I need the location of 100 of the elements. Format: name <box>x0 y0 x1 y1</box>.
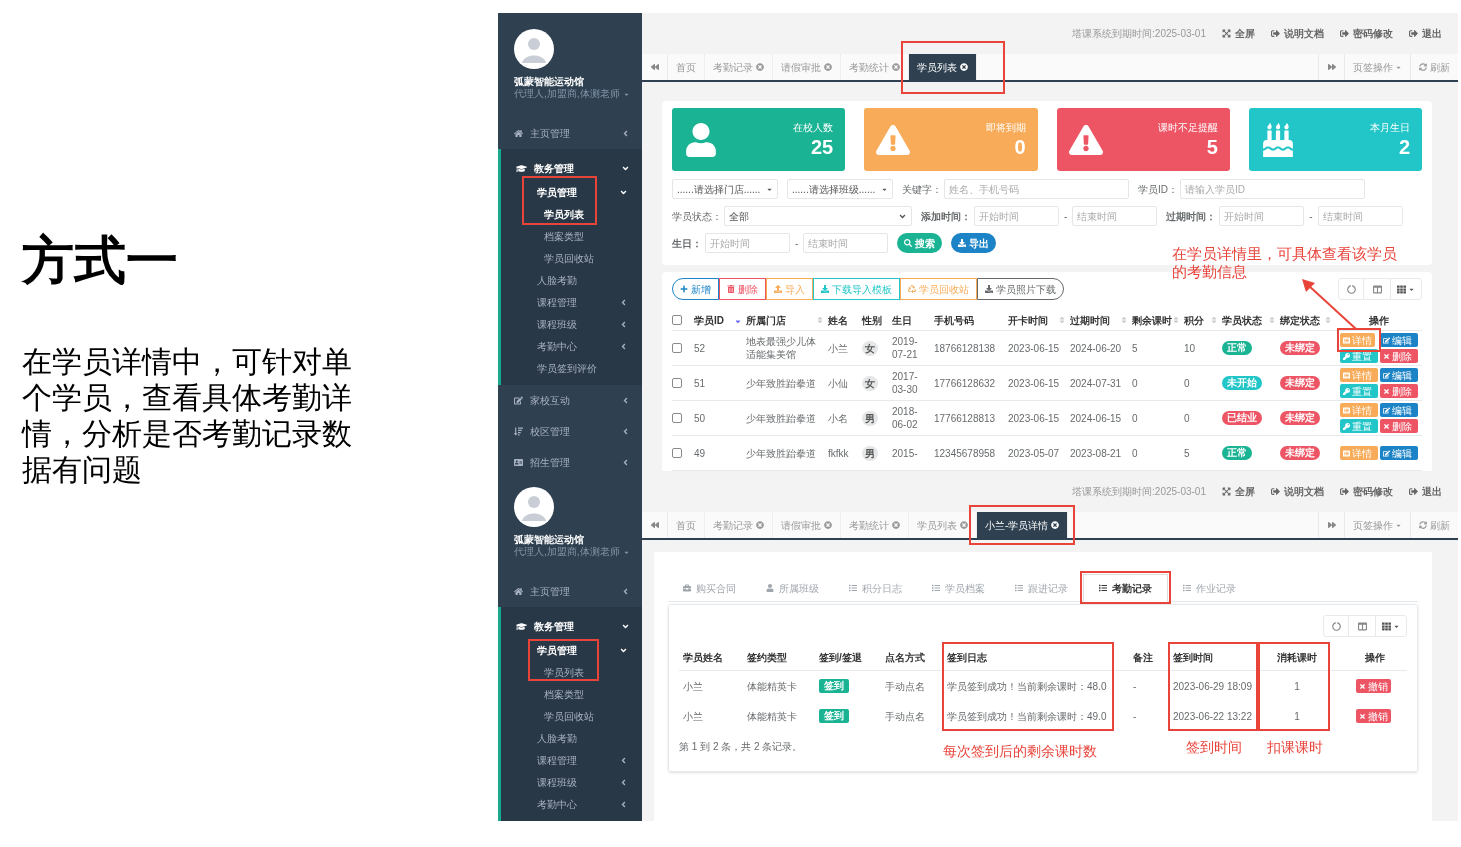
input-field[interactable]: 开始时间 <box>974 206 1059 226</box>
select-dropdown[interactable]: ......请选择门店...... <box>672 179 778 199</box>
input-field[interactable]: 姓名、手机号码 <box>944 179 1129 199</box>
row-action-button[interactable]: 删除 <box>1380 384 1418 398</box>
menu-item[interactable]: 课程管理 <box>501 291 642 313</box>
select-dropdown[interactable]: ......请选择班级...... <box>787 179 893 199</box>
menu-item[interactable]: 主页管理 <box>498 576 642 607</box>
row-action-button[interactable]: 编辑 <box>1380 446 1418 460</box>
menu-item[interactable]: 学员列表 <box>501 203 642 225</box>
header-link[interactable]: 密码修改 <box>1340 26 1393 41</box>
toolbar-button[interactable]: 新增 <box>672 278 719 300</box>
menu-item[interactable]: 家校互动 <box>498 385 642 416</box>
menu-item[interactable]: 档案类型 <box>501 683 642 705</box>
menu-item[interactable]: 招生管理 <box>498 447 642 471</box>
row-action-button[interactable]: 编辑 <box>1380 333 1418 347</box>
toolbar-button[interactable]: 学员照片下载 <box>977 278 1064 300</box>
section-tab[interactable]: 所属班级 <box>751 574 834 602</box>
menu-item[interactable]: 档案类型 <box>501 225 642 247</box>
revoke-button[interactable]: 撤销 <box>1355 679 1391 693</box>
grid-menu-button[interactable] <box>1390 278 1422 300</box>
checkbox[interactable] <box>672 448 682 458</box>
menu-item[interactable]: 主页管理 <box>498 118 642 149</box>
checkbox[interactable] <box>672 315 682 325</box>
select-dropdown[interactable]: 全部 <box>724 206 912 226</box>
menu-item[interactable]: 人脸考勤 <box>501 727 642 749</box>
tab-menu-button[interactable]: 页签操作 <box>1344 512 1410 538</box>
columns-button[interactable] <box>1349 615 1375 637</box>
close-icon <box>960 521 968 529</box>
key-icon <box>1343 387 1350 395</box>
list-icon <box>1343 449 1350 457</box>
column-header[interactable]: 绑定状态 <box>1280 312 1336 328</box>
revoke-button[interactable]: 撤销 <box>1355 709 1391 723</box>
input-field[interactable]: 请输入学员ID <box>1180 179 1365 199</box>
row-action-button[interactable]: 编辑 <box>1380 403 1418 417</box>
table-cell-text: 2023-05-07 <box>1008 446 1061 460</box>
action-button[interactable]: 导出 <box>951 233 997 253</box>
row-action-button[interactable]: 编辑 <box>1380 368 1418 382</box>
page-tab[interactable]: 小兰-学员详情 <box>977 512 1069 538</box>
tab-menu-button[interactable]: 页签操作 <box>1344 54 1410 80</box>
menu-item[interactable]: 学员签到评价 <box>501 357 642 379</box>
toolbar-button[interactable]: 删除 <box>719 278 766 300</box>
table-cell-text: 手动点名 <box>884 709 926 724</box>
menu-item[interactable]: 考勤中心 <box>501 793 642 815</box>
menu-item[interactable]: 人脸考勤 <box>501 269 642 291</box>
action-button[interactable]: 搜索 <box>897 233 943 253</box>
menu-item[interactable]: 课程管理 <box>501 749 642 771</box>
column-header[interactable]: 所属门店 <box>746 312 828 328</box>
menu-item[interactable]: 学员列表 <box>501 661 642 683</box>
page-tab[interactable]: 首页 <box>668 512 705 538</box>
column-header[interactable]: 过期时间 <box>1070 312 1132 328</box>
menu-item[interactable]: 学员管理 <box>501 181 642 203</box>
menu-item[interactable]: 学员回收站 <box>501 247 642 269</box>
row-action-button[interactable]: 删除 <box>1380 349 1418 363</box>
checkbox[interactable] <box>672 413 682 423</box>
column-header[interactable]: 学员ID <box>694 312 746 328</box>
page-tab[interactable]: 考勤记录 <box>705 54 773 80</box>
input-field[interactable]: 结束时间 <box>1317 206 1403 226</box>
header-link[interactable]: 退出 <box>1409 484 1442 499</box>
menu-item[interactable]: 课程班级 <box>501 313 642 335</box>
menu-item[interactable]: 校区管理 <box>498 416 642 447</box>
page-tab[interactable]: 考勤记录 <box>705 512 773 538</box>
column-header[interactable]: 积分 <box>1184 312 1222 328</box>
menu-item[interactable]: 课程班级 <box>501 771 642 793</box>
page-tab[interactable]: 请假审批 <box>773 512 841 538</box>
header-link[interactable]: 密码修改 <box>1340 484 1393 499</box>
header-link[interactable]: 全屏 <box>1222 484 1255 499</box>
header-link[interactable]: 退出 <box>1409 26 1442 41</box>
refresh-button[interactable]: 刷新 <box>1410 54 1458 80</box>
header-link[interactable]: 说明文档 <box>1271 26 1324 41</box>
column-header[interactable]: 剩余课时 <box>1132 312 1184 328</box>
section-tab[interactable]: 考勤记录 <box>1083 574 1168 602</box>
header-link[interactable]: 全屏 <box>1222 26 1255 41</box>
section-tab[interactable]: 积分日志 <box>834 574 917 602</box>
input-field[interactable]: 开始时间 <box>1219 206 1305 226</box>
row-action-button[interactable]: 删除 <box>1380 419 1418 433</box>
column-header[interactable]: 开卡时间 <box>1008 312 1070 328</box>
menu-item[interactable]: 教务管理 <box>501 613 642 639</box>
input-field[interactable]: 结束时间 <box>1072 206 1158 226</box>
input-field[interactable]: 开始时间 <box>705 233 790 253</box>
column-header[interactable]: 学员状态 <box>1222 312 1280 328</box>
page-tab[interactable]: 学员列表 <box>909 54 977 80</box>
menu-item[interactable]: 考勤中心 <box>501 335 642 357</box>
checkbox[interactable] <box>672 378 682 388</box>
menu-item[interactable]: 学员管理 <box>501 639 642 661</box>
column-header: 生日 <box>892 313 913 328</box>
input-field[interactable]: 结束时间 <box>803 233 889 253</box>
menu-item[interactable]: 教务管理 <box>501 155 642 181</box>
page-tab[interactable]: 考勤统计 <box>841 512 909 538</box>
refresh-button[interactable] <box>1338 278 1364 300</box>
menu-item[interactable]: 学员回收站 <box>501 705 642 727</box>
section-tab[interactable]: 跟进记录 <box>1000 574 1083 602</box>
refresh-button[interactable] <box>1323 615 1349 637</box>
page-tab[interactable]: 首页 <box>668 54 705 80</box>
grid-menu-button[interactable] <box>1375 615 1407 637</box>
refresh-button[interactable]: 刷新 <box>1410 512 1458 538</box>
table-cell-text: 少年致胜跆拳道 <box>746 446 817 460</box>
header-link[interactable]: 说明文档 <box>1271 484 1324 499</box>
page-tab[interactable]: 请假审批 <box>773 54 841 80</box>
checkbox[interactable] <box>672 343 682 353</box>
columns-button[interactable] <box>1364 278 1390 300</box>
